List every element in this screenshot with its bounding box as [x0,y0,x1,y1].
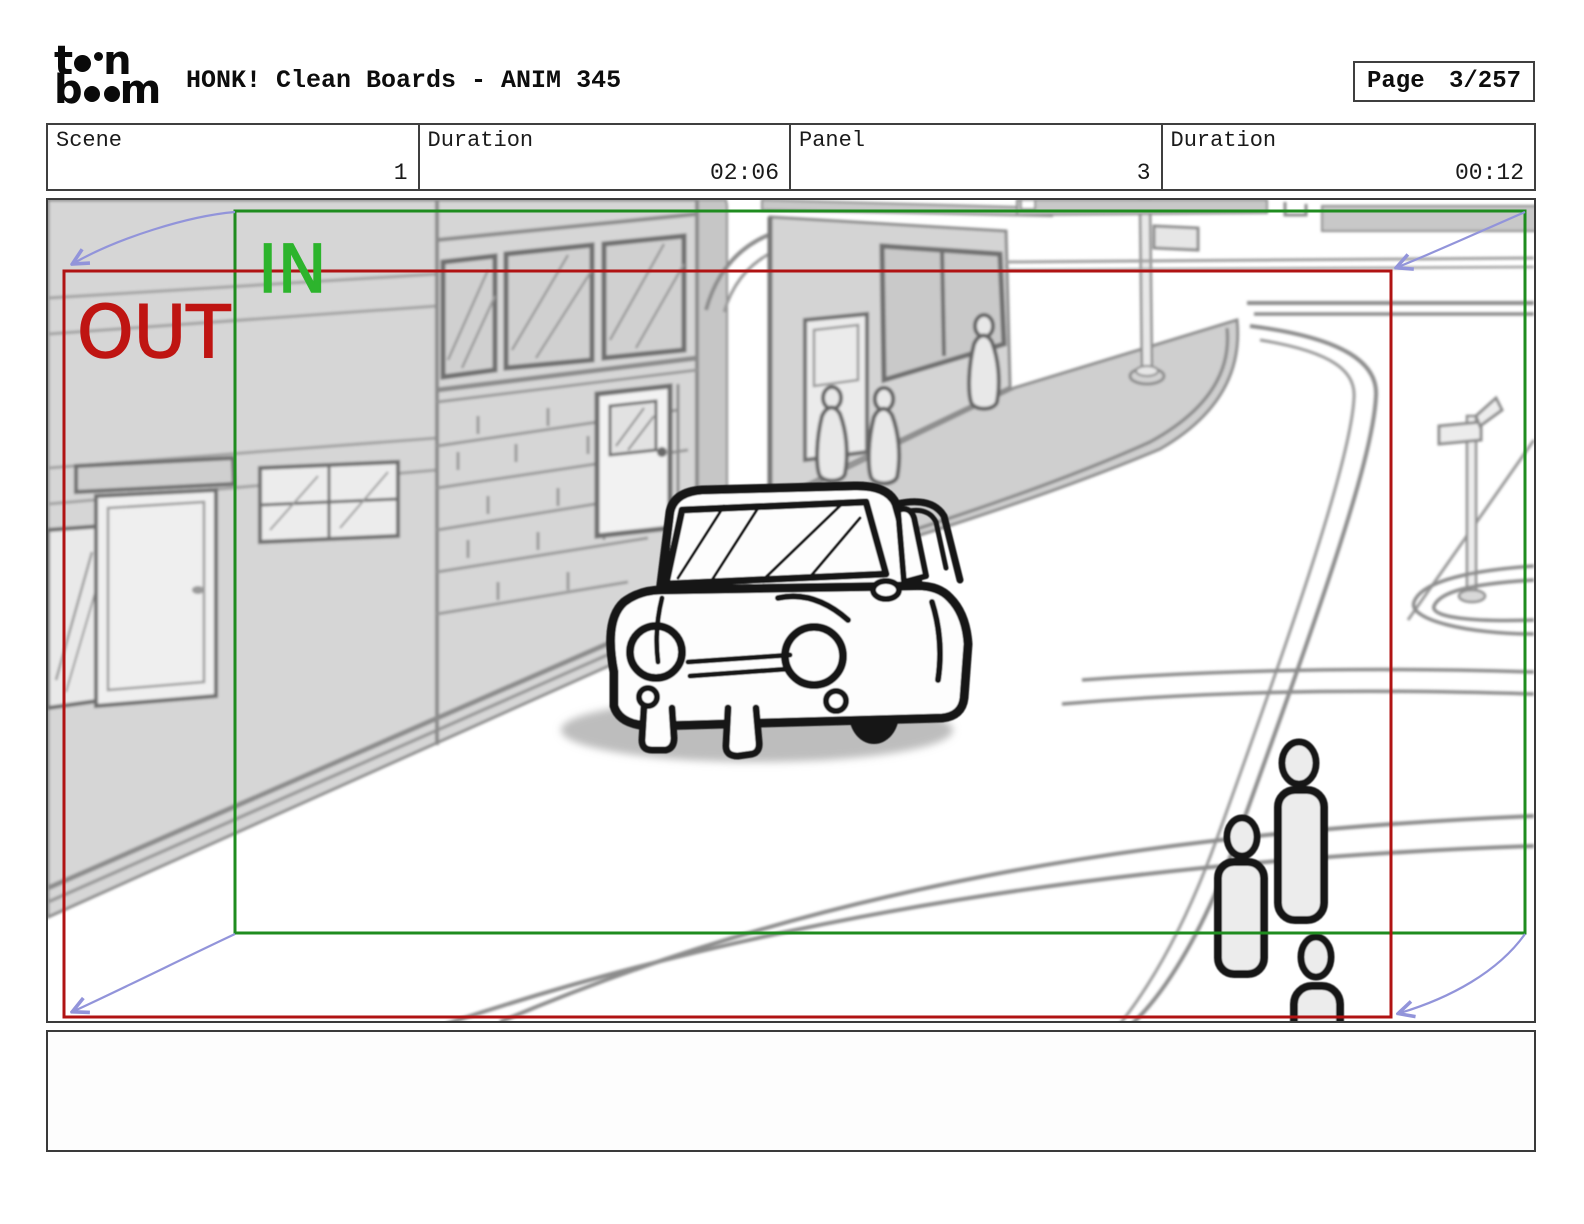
panel-duration-cell: Duration 00:12 [1163,125,1535,189]
scene-label: Scene [56,128,122,153]
camera-in-label: IN [258,231,327,308]
storyboard-page: tn bm HONK! Clean Boards - ANIM 345 Page… [0,0,1584,1224]
page-value: 3/257 [1449,68,1521,95]
camera-motion-arrow-bottom-left [74,934,235,1011]
camera-motion-arrow-bottom-right [1400,934,1525,1013]
logo-dot-icon [84,86,100,102]
project-title: HONK! Clean Boards - ANIM 345 [186,66,621,95]
logo-letter: m [120,70,162,110]
scene-duration-cell: Duration 02:06 [420,125,792,189]
scene-duration-value: 02:06 [710,160,779,186]
logo-letter: b [54,70,83,110]
logo-dot-icon [94,52,103,61]
page-number-box: Page 3/257 [1353,61,1535,102]
panel-duration-value: 00:12 [1455,160,1524,186]
page-label: Page [1367,68,1425,95]
scene-value: 1 [394,160,408,186]
panel-duration-label: Duration [1171,128,1277,153]
street-sign [1414,398,1534,634]
car-drawing [611,486,968,756]
panel-artwork: IN OUT [48,200,1534,1021]
panel-label: Panel [799,128,865,153]
scene-duration-label: Duration [428,128,534,153]
logo-dot-icon [104,86,120,102]
panel-value: 3 [1137,160,1151,186]
scene-cell: Scene 1 [48,125,420,189]
panel-cell: Panel 3 [791,125,1163,189]
storyboard-panel: IN OUT [46,198,1536,1023]
panel-info-table: Scene 1 Duration 02:06 Panel 3 Duration … [46,123,1536,191]
camera-out-label: OUT [77,290,231,374]
toonboom-logo: tn bm [54,48,161,106]
caption-box [46,1030,1536,1152]
